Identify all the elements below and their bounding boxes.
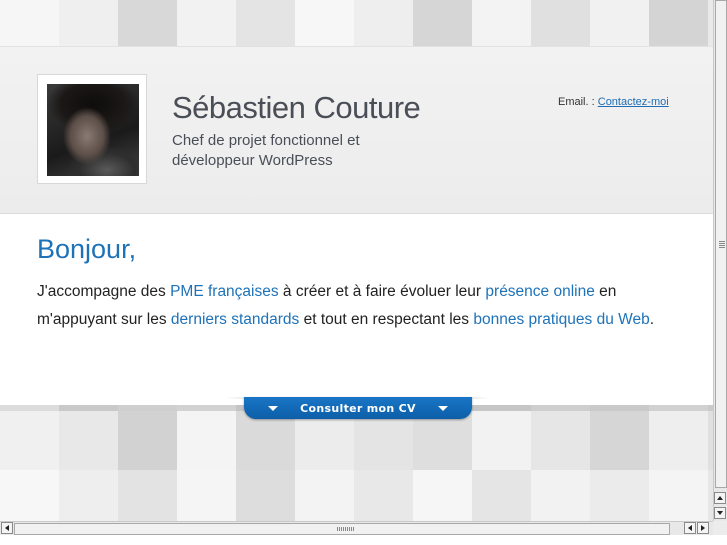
view-cv-button[interactable]: Consulter mon CV xyxy=(244,397,472,419)
arrow-up-icon xyxy=(717,496,723,500)
background-tile xyxy=(472,470,531,521)
background-tile xyxy=(354,0,413,46)
background-tile xyxy=(531,411,590,470)
background-tile xyxy=(649,0,708,46)
background-tile xyxy=(118,411,177,470)
contact-link[interactable]: Contactez-moi xyxy=(598,96,669,108)
intro-text: et tout en respectant les xyxy=(299,311,474,328)
page-title: Sébastien Couture xyxy=(172,90,421,125)
greeting-heading: Bonjour, xyxy=(37,234,137,264)
intro-section: Bonjour, J'accompagne des PME françaises… xyxy=(0,214,713,405)
horizontal-scrollbar[interactable] xyxy=(0,521,713,535)
scrollbar-corner xyxy=(713,521,727,535)
page-viewport: Sébastien Couture Chef de projet fonctio… xyxy=(0,0,713,521)
background-tile xyxy=(118,470,177,521)
background-tiles-bottom xyxy=(0,405,713,521)
background-tile xyxy=(590,0,649,46)
background-tile xyxy=(649,470,708,521)
scroll-left-button[interactable] xyxy=(1,522,13,534)
intro-paragraph: J'accompagne des PME françaises à créer … xyxy=(37,278,687,334)
background-tile xyxy=(649,411,708,470)
background-tile xyxy=(413,470,472,521)
background-tile xyxy=(59,470,118,521)
scroll-right-button[interactable] xyxy=(697,522,709,534)
background-tile xyxy=(0,470,59,521)
background-tile xyxy=(472,411,531,470)
vertical-scrollbar[interactable] xyxy=(713,0,727,521)
background-tile xyxy=(177,470,236,521)
job-title: Chef de projet fonctionnel et développeu… xyxy=(172,132,360,169)
background-tile xyxy=(413,0,472,46)
background-tile xyxy=(0,0,59,46)
background-tile xyxy=(236,411,295,470)
highlight-online-presence: présence online xyxy=(485,283,595,300)
intro-text: . xyxy=(649,311,655,328)
scroll-left-button[interactable] xyxy=(684,522,696,534)
background-tile xyxy=(236,0,295,46)
highlight-pme: PME françaises xyxy=(170,283,279,300)
arrow-left-icon xyxy=(5,525,9,531)
view-cv-label: Consulter mon CV xyxy=(300,401,416,415)
background-tile xyxy=(295,0,354,46)
chevron-down-icon xyxy=(268,405,279,411)
background-tile xyxy=(59,411,118,470)
background-tile xyxy=(590,411,649,470)
scroll-down-button[interactable] xyxy=(714,507,726,519)
background-tile xyxy=(531,0,590,46)
background-tile xyxy=(236,470,295,521)
profile-photo xyxy=(47,84,139,176)
vertical-scroll-thumb[interactable] xyxy=(715,0,727,488)
highlight-best-practices: bonnes pratiques du Web xyxy=(473,311,650,328)
background-tile xyxy=(0,411,59,470)
background-tile xyxy=(177,0,236,46)
background-tile xyxy=(413,411,472,470)
chevron-down-icon xyxy=(437,405,448,411)
arrow-left-icon xyxy=(688,525,692,531)
window-bottom-edge xyxy=(0,535,727,545)
background-tile xyxy=(295,411,354,470)
avatar xyxy=(37,74,147,184)
grip-icon xyxy=(719,241,725,249)
intro-text: à créer et à faire évoluer leur xyxy=(278,283,486,300)
arrow-right-icon xyxy=(701,525,705,531)
arrow-down-icon xyxy=(717,511,723,515)
background-tile xyxy=(59,0,118,46)
scroll-up-button[interactable] xyxy=(714,492,726,504)
highlight-standards: derniers standards xyxy=(170,311,300,328)
profile-header: Sébastien Couture Chef de projet fonctio… xyxy=(0,46,713,214)
background-tile xyxy=(354,470,413,521)
background-tile xyxy=(531,470,590,521)
email-label: Email. : xyxy=(558,96,595,108)
intro-text: J'accompagne des xyxy=(37,283,171,300)
background-tile xyxy=(118,0,177,46)
background-tile xyxy=(295,470,354,521)
background-tile xyxy=(590,470,649,521)
background-tile xyxy=(354,411,413,470)
horizontal-scroll-thumb[interactable] xyxy=(14,523,670,535)
background-tile xyxy=(177,411,236,470)
background-tile xyxy=(472,0,531,46)
grip-icon xyxy=(337,527,355,531)
background-tiles-top xyxy=(0,0,713,46)
contact-line: Email. : Contactez-moi xyxy=(558,96,669,108)
